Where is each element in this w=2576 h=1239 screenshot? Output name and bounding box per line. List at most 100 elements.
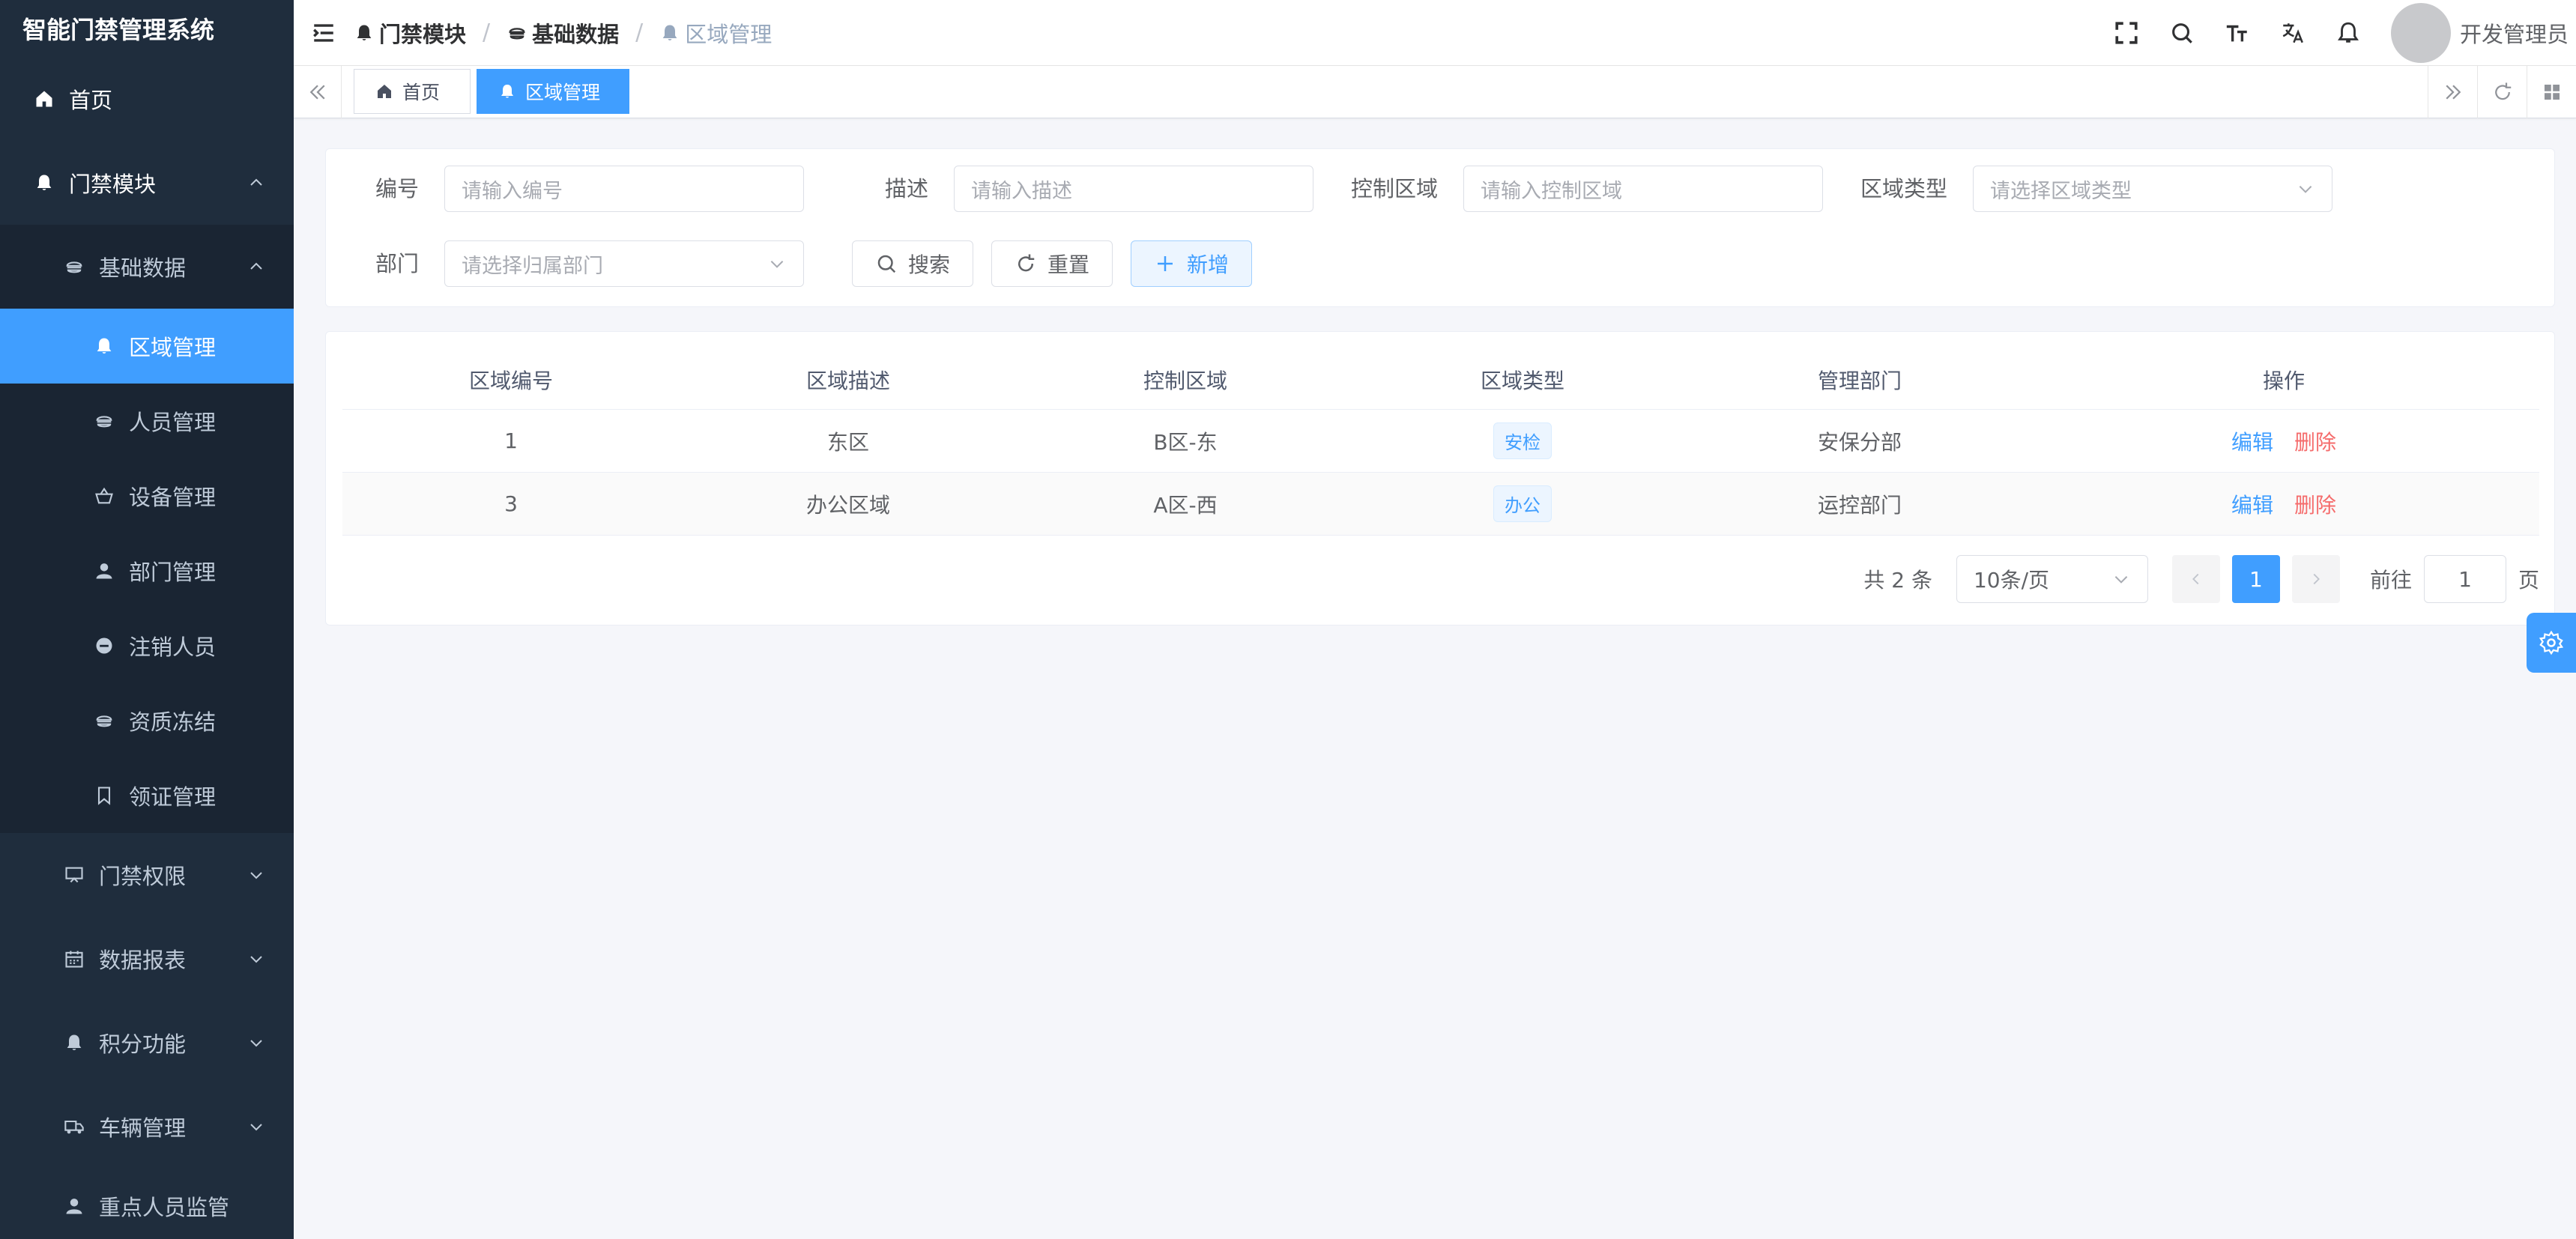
chevron-down-icon [2299, 186, 2312, 193]
sidebar-item-access-module[interactable]: 门禁模块 [0, 141, 294, 225]
control-area-label: 控制区域 [1350, 176, 1438, 202]
code-input[interactable]: 请输入编号 [444, 166, 804, 212]
hamburger-food-icon [509, 27, 525, 39]
bell-icon [662, 25, 677, 40]
sidebar-item-label: 设备管理 [129, 485, 217, 510]
search-form: 编号 请输入编号 描述 请输入描述 控制区域 请输入控制区域 区域类型 请选择区… [325, 148, 2555, 307]
page-number-current[interactable]: 1 [2231, 555, 2280, 603]
add-button[interactable]: 新增 [1131, 240, 1252, 287]
grid-icon [2544, 85, 2560, 100]
edit-button[interactable]: 编辑 [2231, 426, 2273, 456]
dept-label: 部门 [375, 251, 419, 276]
chevron-left-icon [2192, 573, 2199, 585]
delete-button[interactable]: 删除 [2294, 426, 2336, 456]
search-icon [2172, 23, 2192, 43]
sidebar-item-personnel-management[interactable]: 人员管理 [0, 384, 294, 458]
sidebar-item-qualification-freeze[interactable]: 资质冻结 [0, 683, 294, 758]
app-title: 智能门禁管理系统 [0, 0, 294, 57]
delete-button[interactable]: 删除 [2294, 489, 2336, 519]
breadcrumb-item[interactable]: 基础数据 [507, 17, 619, 49]
sidebar-item-label: 门禁模块 [69, 172, 157, 197]
username[interactable]: 开发管理员 [2460, 17, 2576, 49]
right-menu: 开发管理员 [2099, 0, 2576, 66]
sidebar-item-deregistered-personnel[interactable]: 注销人员 [0, 608, 294, 683]
cell-area-type: 安检 [1354, 422, 1691, 459]
navbar: 门禁模块 / 基础数据 / 区域管理 开发管理员 [294, 0, 2576, 66]
sidebar-group-points[interactable]: 积分功能 [0, 1001, 294, 1085]
add-button-label: 新增 [1186, 252, 1229, 277]
tag-area-management[interactable]: 区域管理 [477, 69, 629, 114]
code-label: 编号 [375, 176, 419, 202]
cell-area-type: 办公 [1354, 485, 1691, 522]
tags-scroll-right[interactable] [2428, 66, 2477, 118]
chevron-down-icon [250, 1124, 262, 1131]
sidebar-item-label: 领证管理 [129, 784, 217, 810]
language-button[interactable] [2265, 0, 2320, 66]
tag-label: 区域管理 [525, 82, 601, 103]
goto-page-input[interactable]: 1 [2423, 555, 2506, 603]
sidebar-item-label: 重点人员监管 [99, 1195, 230, 1220]
fullscreen-icon [2115, 22, 2138, 44]
sidebar-item-home[interactable]: 首页 [0, 57, 294, 141]
refresh-icon [1018, 254, 1035, 272]
sidebar-item-label: 区域管理 [129, 335, 217, 360]
sidebar-item-label: 资质冻结 [129, 709, 217, 735]
sidebar-item-department-management[interactable]: 部门管理 [0, 533, 294, 608]
cell-dept: 运控部门 [1817, 492, 1902, 518]
breadcrumb-separator: / [483, 19, 491, 46]
breadcrumb-separator: / [635, 19, 644, 46]
bookmark-icon [91, 783, 117, 808]
hamburger-food-icon [91, 408, 117, 434]
cell-desc: 东区 [826, 429, 869, 455]
breadcrumb-label: 基础数据 [532, 21, 620, 47]
bell-icon [357, 25, 372, 40]
page-unit-label: 页 [2518, 568, 2539, 593]
desc-placeholder: 请输入描述 [971, 179, 1072, 203]
sidebar-item-device-management[interactable]: 设备管理 [0, 458, 294, 533]
column-header: 操作 [2262, 368, 2305, 393]
pagination-total: 共 2 条 [1863, 568, 1932, 593]
tags-view: 首页 区域管理 [294, 66, 2576, 118]
hamburger-toggle[interactable] [294, 0, 354, 66]
area-table: 区域编号 区域描述 控制区域 区域类型 管理部门 操作 1 东区 B区-东 安检… [342, 350, 2539, 536]
sidebar-item-label: 基础数据 [99, 255, 187, 281]
breadcrumb-item[interactable]: 门禁模块 [354, 17, 466, 49]
cell-control-area: A区-西 [1153, 492, 1218, 518]
prev-page-button[interactable] [2171, 555, 2220, 603]
control-area-input[interactable]: 请输入控制区域 [1463, 166, 1823, 212]
tags-menu[interactable] [2527, 66, 2576, 118]
tags-scroll-left[interactable] [294, 66, 342, 118]
area-type-select[interactable]: 请选择区域类型 [1973, 166, 2332, 212]
column-header: 区域描述 [805, 368, 890, 393]
avatar[interactable] [2390, 3, 2451, 63]
next-page-button[interactable] [2291, 555, 2340, 603]
settings-button[interactable] [2527, 613, 2576, 673]
breadcrumb-item-current: 区域管理 [659, 17, 772, 49]
sidebar-item-license-management[interactable]: 领证管理 [0, 758, 294, 833]
sidebar-group-data-report[interactable]: 数据报表 [0, 917, 294, 1001]
sidebar-item-basic-data[interactable]: 基础数据 [0, 225, 294, 309]
fullscreen-button[interactable] [2099, 0, 2154, 66]
font-size-button[interactable] [2210, 0, 2265, 66]
reset-button-label: 重置 [1047, 252, 1089, 277]
sidebar-group-key-personnel[interactable]: 重点人员监管 [0, 1169, 294, 1239]
code-placeholder: 请输入编号 [462, 179, 563, 203]
desc-input[interactable]: 请输入描述 [954, 166, 1313, 212]
double-chevron-left-icon [309, 85, 325, 100]
page-size-select[interactable]: 10条/页 [1956, 555, 2148, 603]
area-type-placeholder: 请选择区域类型 [1990, 179, 2132, 203]
tag-home[interactable]: 首页 [354, 69, 471, 114]
dept-select[interactable]: 请选择归属部门 [444, 240, 804, 287]
reset-button[interactable]: 重置 [991, 240, 1113, 287]
sidebar-group-vehicle[interactable]: 车辆管理 [0, 1085, 294, 1169]
search-button[interactable]: 搜索 [852, 240, 973, 287]
search-button[interactable] [2154, 0, 2210, 66]
bell-icon [2338, 22, 2359, 43]
edit-button[interactable]: 编辑 [2231, 489, 2273, 519]
sidebar-item-area-management[interactable]: 区域管理 [0, 309, 294, 384]
tags-refresh[interactable] [2477, 66, 2527, 118]
sidebar-item-label: 门禁权限 [99, 864, 187, 889]
sidebar-group-access-permission[interactable]: 门禁权限 [0, 833, 294, 917]
notification-button[interactable] [2320, 0, 2376, 66]
cell-control-area: B区-东 [1153, 429, 1218, 455]
